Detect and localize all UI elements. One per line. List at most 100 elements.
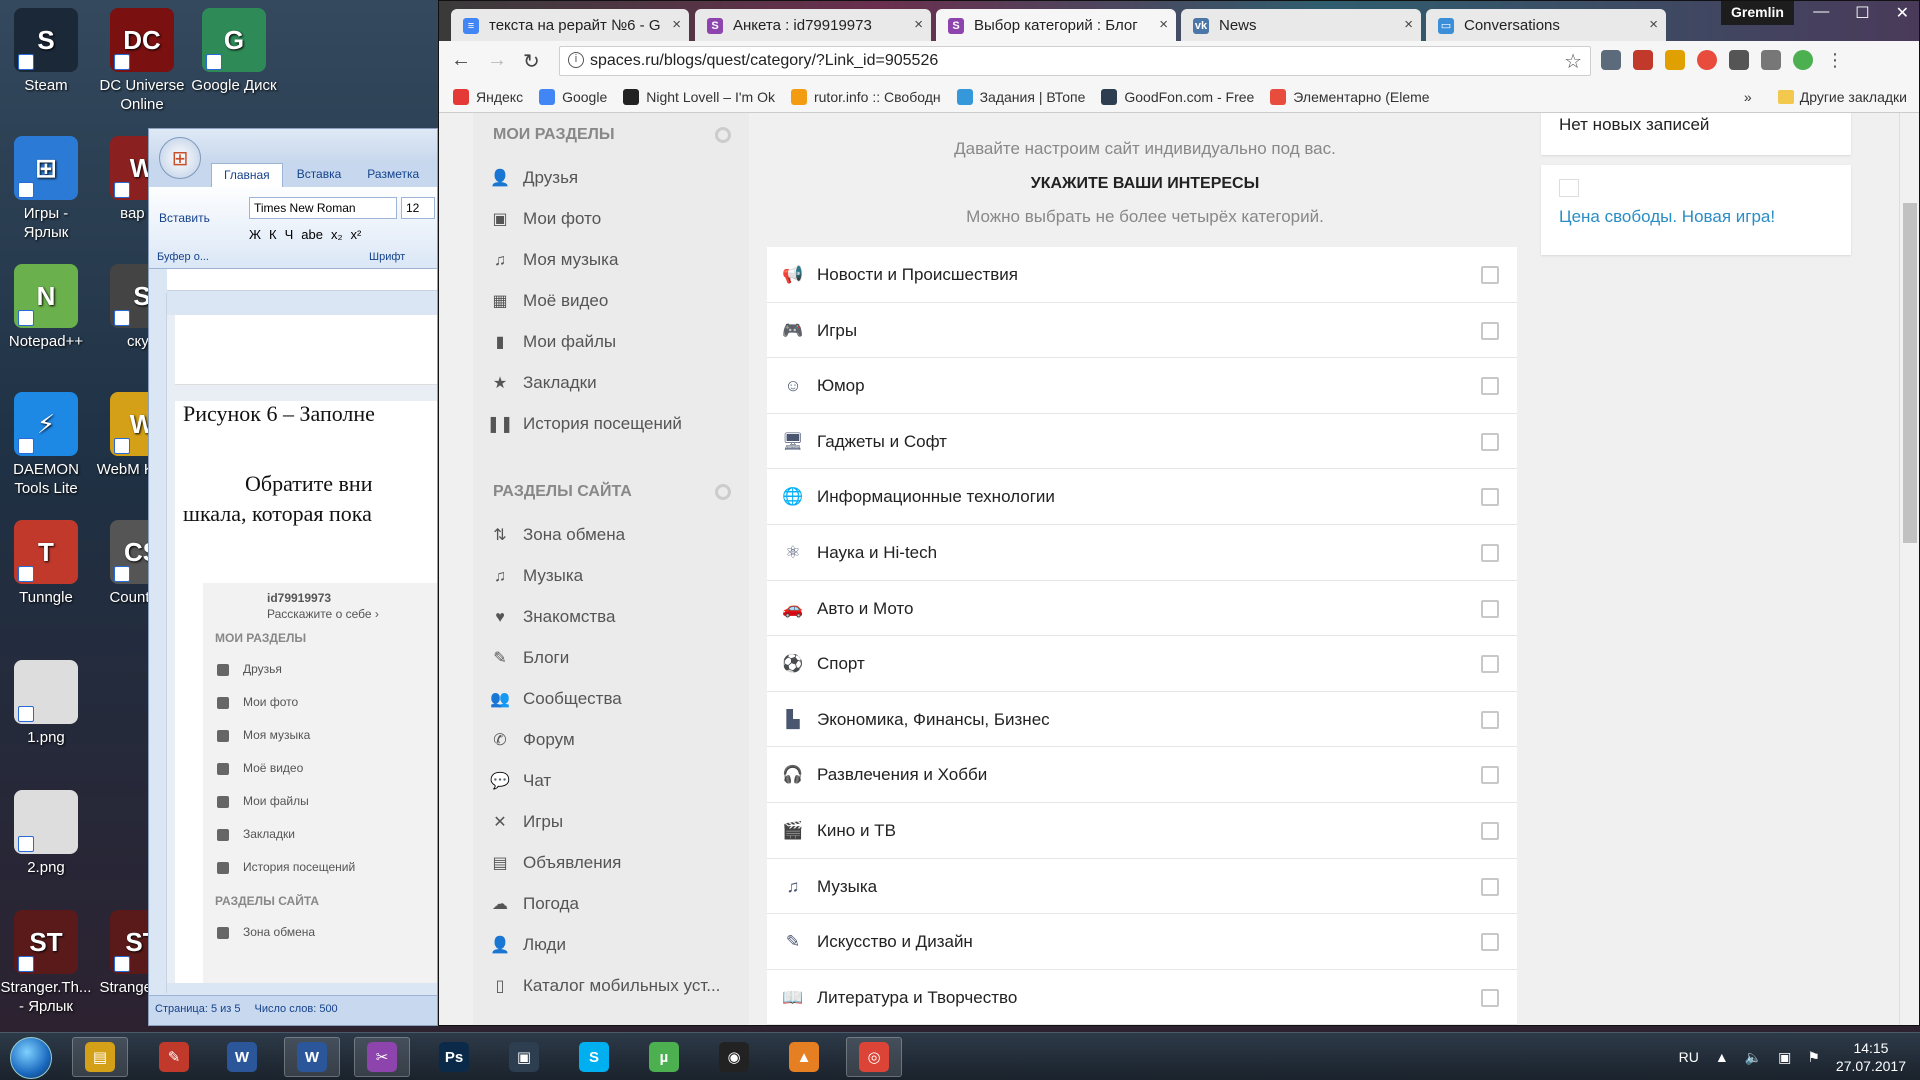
sidebar-item[interactable]: ♥ Знакомства (473, 596, 749, 637)
reload-icon[interactable]: ↻ (523, 49, 540, 74)
desktop-icon[interactable]: ⚡ DAEMON Tools Lite (0, 392, 92, 498)
category-row[interactable]: 📢 Новости и Происшествия (767, 247, 1517, 303)
document-area[interactable]: Рисунок 6 – Заполне Обратите вни шкала, … (167, 315, 437, 983)
sidebar-item[interactable]: ☁ Погода (473, 883, 749, 924)
sidebar-item[interactable]: ★ Закладки (473, 362, 749, 403)
sidebar-item[interactable]: ✕ Игры (473, 801, 749, 842)
category-checkbox[interactable] (1481, 432, 1499, 451)
sidebar-item[interactable]: ⇅ Зона обмена (473, 514, 749, 555)
sidebar-item[interactable]: ✎ Блоги (473, 637, 749, 678)
profile-button[interactable]: Gremlin (1721, 1, 1794, 25)
tab-close-icon[interactable]: × (1404, 16, 1413, 33)
sidebar-item[interactable]: ▤ Объявления (473, 842, 749, 883)
font-size-select[interactable]: 12 (401, 197, 435, 219)
sidebar-item[interactable]: 👥 Сообщества (473, 678, 749, 719)
extension-icon[interactable] (1729, 50, 1749, 70)
sidebar-item[interactable]: ♫ Музыка (473, 555, 749, 596)
format-button[interactable]: Ж (249, 227, 261, 242)
tab-close-icon[interactable]: × (1159, 16, 1168, 33)
taskbar-app[interactable]: ◉ (706, 1037, 762, 1077)
category-row[interactable]: ▙ Экономика, Финансы, Бизнес (767, 692, 1517, 748)
network-icon[interactable]: ▣ (1778, 1049, 1791, 1066)
category-row[interactable]: 🎬 Кино и ТВ (767, 803, 1517, 859)
browser-tab[interactable]: ▭ Conversations × (1426, 9, 1666, 41)
browser-tab[interactable]: ≡ текста на рерайт №6 - G × (451, 9, 689, 41)
volume-icon[interactable]: 🔈 (1745, 1049, 1762, 1066)
sidebar-item[interactable]: ❚❚ История посещений (473, 403, 749, 444)
back-arrow-icon[interactable]: ← (451, 49, 471, 72)
sidebar-item[interactable]: ▦ Моё видео (473, 280, 749, 321)
desktop-icon[interactable]: T Tunngle (0, 520, 92, 607)
promo-link[interactable]: Цена свободы. Новая игра! (1559, 207, 1775, 226)
browser-tab[interactable]: vk News × (1181, 9, 1421, 41)
taskbar-app[interactable]: ✂ (354, 1037, 410, 1077)
desktop-icon[interactable]: G Google Диск (188, 8, 280, 95)
sidebar-item[interactable]: ▣ Мои фото (473, 198, 749, 239)
browser-tab[interactable]: S Выбор категорий : Блог × (936, 9, 1176, 41)
category-checkbox[interactable] (1481, 599, 1499, 618)
tray-expand-icon[interactable]: ▲ (1715, 1049, 1729, 1065)
category-checkbox[interactable] (1481, 321, 1499, 340)
category-row[interactable]: ⚽ Спорт (767, 636, 1517, 692)
font-family-select[interactable]: Times New Roman (249, 197, 397, 219)
bookmark-item[interactable]: Элементарно (Eleme (1270, 88, 1430, 105)
sidebar-item[interactable]: ▯ Каталог мобильных уст... (473, 965, 749, 1006)
desktop-icon[interactable]: ST Stranger.Th... - Ярлык (0, 910, 92, 1016)
category-checkbox[interactable] (1481, 933, 1499, 952)
category-row[interactable]: ✎ Искусство и Дизайн (767, 914, 1517, 970)
category-checkbox[interactable] (1481, 488, 1499, 507)
category-checkbox[interactable] (1481, 766, 1499, 785)
category-row[interactable]: 🎮 Игры (767, 303, 1517, 359)
bookmark-item[interactable]: Яндекс (453, 88, 523, 105)
paste-button[interactable]: Вставить (159, 211, 210, 225)
ribbon-tab[interactable]: Главная (211, 163, 283, 187)
bookmarks-more-chevron[interactable]: » (1744, 89, 1752, 105)
desktop-icon[interactable]: N Notepad++ (0, 264, 92, 351)
desktop-icon[interactable]: 1.png (0, 660, 92, 747)
clock[interactable]: 14:15 27.07.2017 (1836, 1039, 1906, 1075)
taskbar-app[interactable]: ◎ (846, 1037, 902, 1077)
taskbar-app[interactable]: ▤ (72, 1037, 128, 1077)
format-button[interactable]: abe (301, 227, 323, 242)
category-checkbox[interactable] (1481, 710, 1499, 729)
ribbon-tab[interactable]: Разметка (355, 163, 431, 187)
office-button[interactable]: ⊞ (159, 137, 201, 179)
format-button[interactable]: Ч (285, 227, 294, 242)
maximize-icon[interactable]: ☐ (1855, 3, 1869, 23)
category-row[interactable]: ♫ Музыка (767, 859, 1517, 915)
extension-icon[interactable] (1761, 50, 1781, 70)
bookmark-item[interactable]: Задания | ВТопе (956, 88, 1085, 105)
ribbon-tab[interactable]: Вставка (285, 163, 354, 187)
minimize-icon[interactable]: — (1813, 3, 1829, 23)
forward-arrow-icon[interactable]: → (487, 49, 507, 72)
taskbar-app[interactable]: W (214, 1037, 270, 1077)
extension-icon[interactable] (1793, 50, 1813, 70)
extension-icon[interactable] (1601, 50, 1621, 70)
other-bookmarks[interactable]: » Другие закладки (1744, 89, 1907, 105)
info-icon[interactable]: i (568, 52, 584, 68)
desktop-icon[interactable]: 2.png (0, 790, 92, 877)
desktop-icon[interactable]: ⊞ Игры - Ярлык (0, 136, 92, 242)
category-checkbox[interactable] (1481, 877, 1499, 896)
category-row[interactable]: 📖 Литература и Творчество (767, 970, 1517, 1025)
sidebar-item[interactable]: 👤 Люди (473, 924, 749, 965)
category-checkbox[interactable] (1481, 377, 1499, 396)
category-checkbox[interactable] (1481, 655, 1499, 674)
sidebar-item[interactable]: ♫ Моя музыка (473, 239, 749, 280)
sidebar-item[interactable]: ✆ Форум (473, 719, 749, 760)
format-button[interactable]: x₂ (331, 227, 343, 242)
action-center-flag-icon[interactable]: ⚑ (1807, 1049, 1820, 1066)
category-row[interactable]: ☺ Юмор (767, 358, 1517, 414)
language-indicator[interactable]: RU (1679, 1049, 1699, 1065)
bookmark-star-icon[interactable]: ☆ (1564, 49, 1582, 74)
extension-icon[interactable] (1665, 50, 1685, 70)
category-checkbox[interactable] (1481, 988, 1499, 1007)
category-row[interactable]: ⚛ Наука и Hi-tech (767, 525, 1517, 581)
bookmark-item[interactable]: Google (539, 88, 607, 105)
sidebar-item[interactable]: 💬 Чат (473, 760, 749, 801)
taskbar-app[interactable]: ▲ (776, 1037, 832, 1077)
desktop-icon[interactable]: S Steam (0, 8, 92, 95)
taskbar-app[interactable]: µ (636, 1037, 692, 1077)
taskbar-app[interactable]: ✎ (146, 1037, 202, 1077)
bookmark-item[interactable]: Night Lovell – I'm Ok (623, 88, 775, 105)
